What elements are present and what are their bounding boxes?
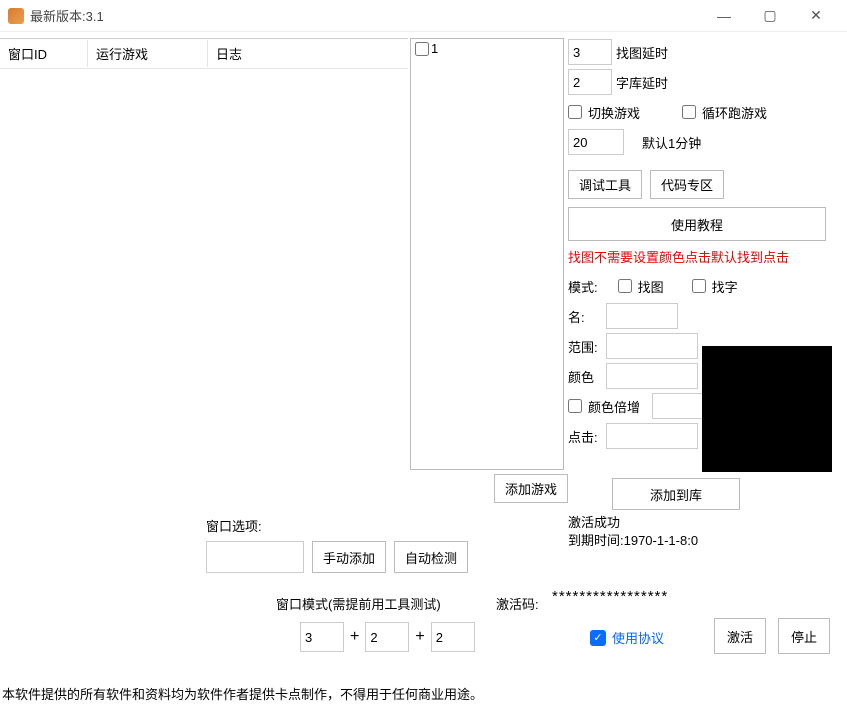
window-handle-input[interactable] — [206, 541, 304, 573]
plus-icon: + — [350, 628, 359, 646]
find-image-delay-label: 找图延时 — [616, 43, 668, 62]
red-hint: 找图不需要设置颜色点击默认找到点击 — [568, 247, 840, 266]
main-table: 窗口ID 运行游戏 日志 — [0, 38, 408, 513]
click-label: 点击: — [568, 427, 606, 446]
activation-status: 激活成功 到期时间:1970-1-1-8:0 — [568, 514, 698, 550]
game-list[interactable]: 1 — [410, 38, 564, 470]
switch-game-label: 切换游戏 — [588, 103, 640, 122]
loop-game-label: 循环跑游戏 — [702, 103, 767, 122]
window-buttons: — ▢ ✕ — [701, 0, 839, 32]
minimize-button[interactable]: — — [701, 0, 747, 32]
table-header: 窗口ID 运行游戏 日志 — [0, 39, 408, 69]
debug-button[interactable]: 调试工具 — [568, 170, 642, 199]
window-mode-label: 窗口模式(需提前用工具测试) — [276, 594, 441, 613]
activation-code-label: 激活码: — [496, 594, 539, 613]
switch-game-checkbox[interactable] — [568, 105, 582, 119]
name-label: 名: — [568, 307, 606, 326]
window-options-header: 窗口选项: — [206, 516, 468, 535]
range-input[interactable] — [606, 333, 698, 359]
agreement-row[interactable]: ✓ 使用协议 — [590, 628, 664, 647]
color-input[interactable] — [606, 363, 698, 389]
add-game-button[interactable]: 添加游戏 — [494, 474, 568, 503]
color-label: 颜色 — [568, 367, 606, 386]
window-mode-inputs: + + — [300, 622, 475, 652]
footer-text: 本软件提供的所有软件和资料均为软件作者提供卡点制作，不得用于任何商业用途。 — [0, 680, 485, 707]
window-title: 最新版本:3.1 — [30, 6, 701, 25]
manual-add-button[interactable]: 手动添加 — [312, 541, 386, 573]
find-image-cb-label: 找图 — [638, 277, 664, 296]
color-multiply-input[interactable] — [652, 393, 708, 419]
maximize-button[interactable]: ▢ — [747, 0, 793, 32]
code-zone-button[interactable]: 代码专区 — [650, 170, 724, 199]
mode-input-1[interactable] — [300, 622, 344, 652]
col-log[interactable]: 日志 — [208, 40, 408, 67]
font-lib-delay-label: 字库延时 — [616, 73, 668, 92]
stop-button[interactable]: 停止 — [778, 618, 830, 654]
font-lib-delay-input[interactable] — [568, 69, 612, 95]
find-image-delay-input[interactable] — [568, 39, 612, 65]
name-input[interactable] — [606, 303, 678, 329]
game-label: 1 — [431, 41, 438, 56]
add-to-library-button[interactable]: 添加到库 — [612, 478, 740, 510]
list-item[interactable]: 1 — [411, 39, 563, 58]
click-input[interactable] — [606, 423, 698, 449]
find-image-checkbox[interactable] — [618, 279, 632, 293]
interval-input[interactable] — [568, 129, 624, 155]
color-multiply-label: 颜色倍增 — [588, 397, 640, 416]
mode-input-2[interactable] — [365, 622, 409, 652]
app-icon — [8, 8, 24, 24]
game-checkbox[interactable] — [415, 42, 429, 56]
color-multiply-checkbox[interactable] — [568, 399, 582, 413]
agreement-checkbox[interactable]: ✓ — [590, 630, 606, 646]
activation-expiry: 到期时间:1970-1-1-8:0 — [568, 532, 698, 550]
auto-detect-button[interactable]: 自动检测 — [394, 541, 468, 573]
mode-label: 模式: — [568, 277, 598, 296]
tutorial-button[interactable]: 使用教程 — [568, 207, 826, 241]
activation-success: 激活成功 — [568, 514, 698, 532]
loop-game-checkbox[interactable] — [682, 105, 696, 119]
find-text-checkbox[interactable] — [692, 279, 706, 293]
preview-box — [702, 346, 832, 472]
find-text-cb-label: 找字 — [712, 277, 738, 296]
titlebar: 最新版本:3.1 — ▢ ✕ — [0, 0, 847, 32]
activate-button[interactable]: 激活 — [714, 618, 766, 654]
mode-input-3[interactable] — [431, 622, 475, 652]
table-body[interactable] — [0, 69, 408, 513]
close-button[interactable]: ✕ — [793, 0, 839, 32]
agreement-label[interactable]: 使用协议 — [612, 628, 664, 647]
activation-code-input[interactable] — [552, 588, 718, 605]
plus-icon: + — [415, 628, 424, 646]
window-options: 窗口选项: 手动添加 自动检测 — [206, 516, 468, 581]
interval-label: 默认1分钟 — [642, 133, 701, 152]
range-label: 范围: — [568, 337, 606, 356]
col-window-id[interactable]: 窗口ID — [0, 40, 88, 67]
col-running-game[interactable]: 运行游戏 — [88, 40, 208, 67]
